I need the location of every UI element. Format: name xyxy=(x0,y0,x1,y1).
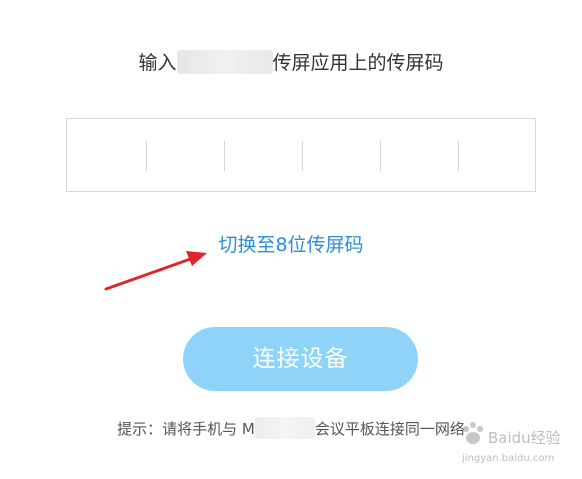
red-arrow-annotation xyxy=(104,251,207,291)
arrow-head xyxy=(186,251,207,266)
baidu-jingyan-watermark: Baidu经验 jingyan.baidu.com xyxy=(461,422,561,464)
redacted-brand-name xyxy=(254,417,315,439)
hint-suffix: 会议平板连接同一网络 xyxy=(314,420,465,438)
connect-device-button[interactable]: 连接设备 xyxy=(183,327,418,391)
watermark-url: jingyan.baidu.com xyxy=(461,453,554,464)
hint-prefix: 提示：请将手机与 M xyxy=(117,420,255,438)
arrow-shaft xyxy=(104,255,198,291)
watermark-brand: Baidu经验 xyxy=(488,429,561,447)
